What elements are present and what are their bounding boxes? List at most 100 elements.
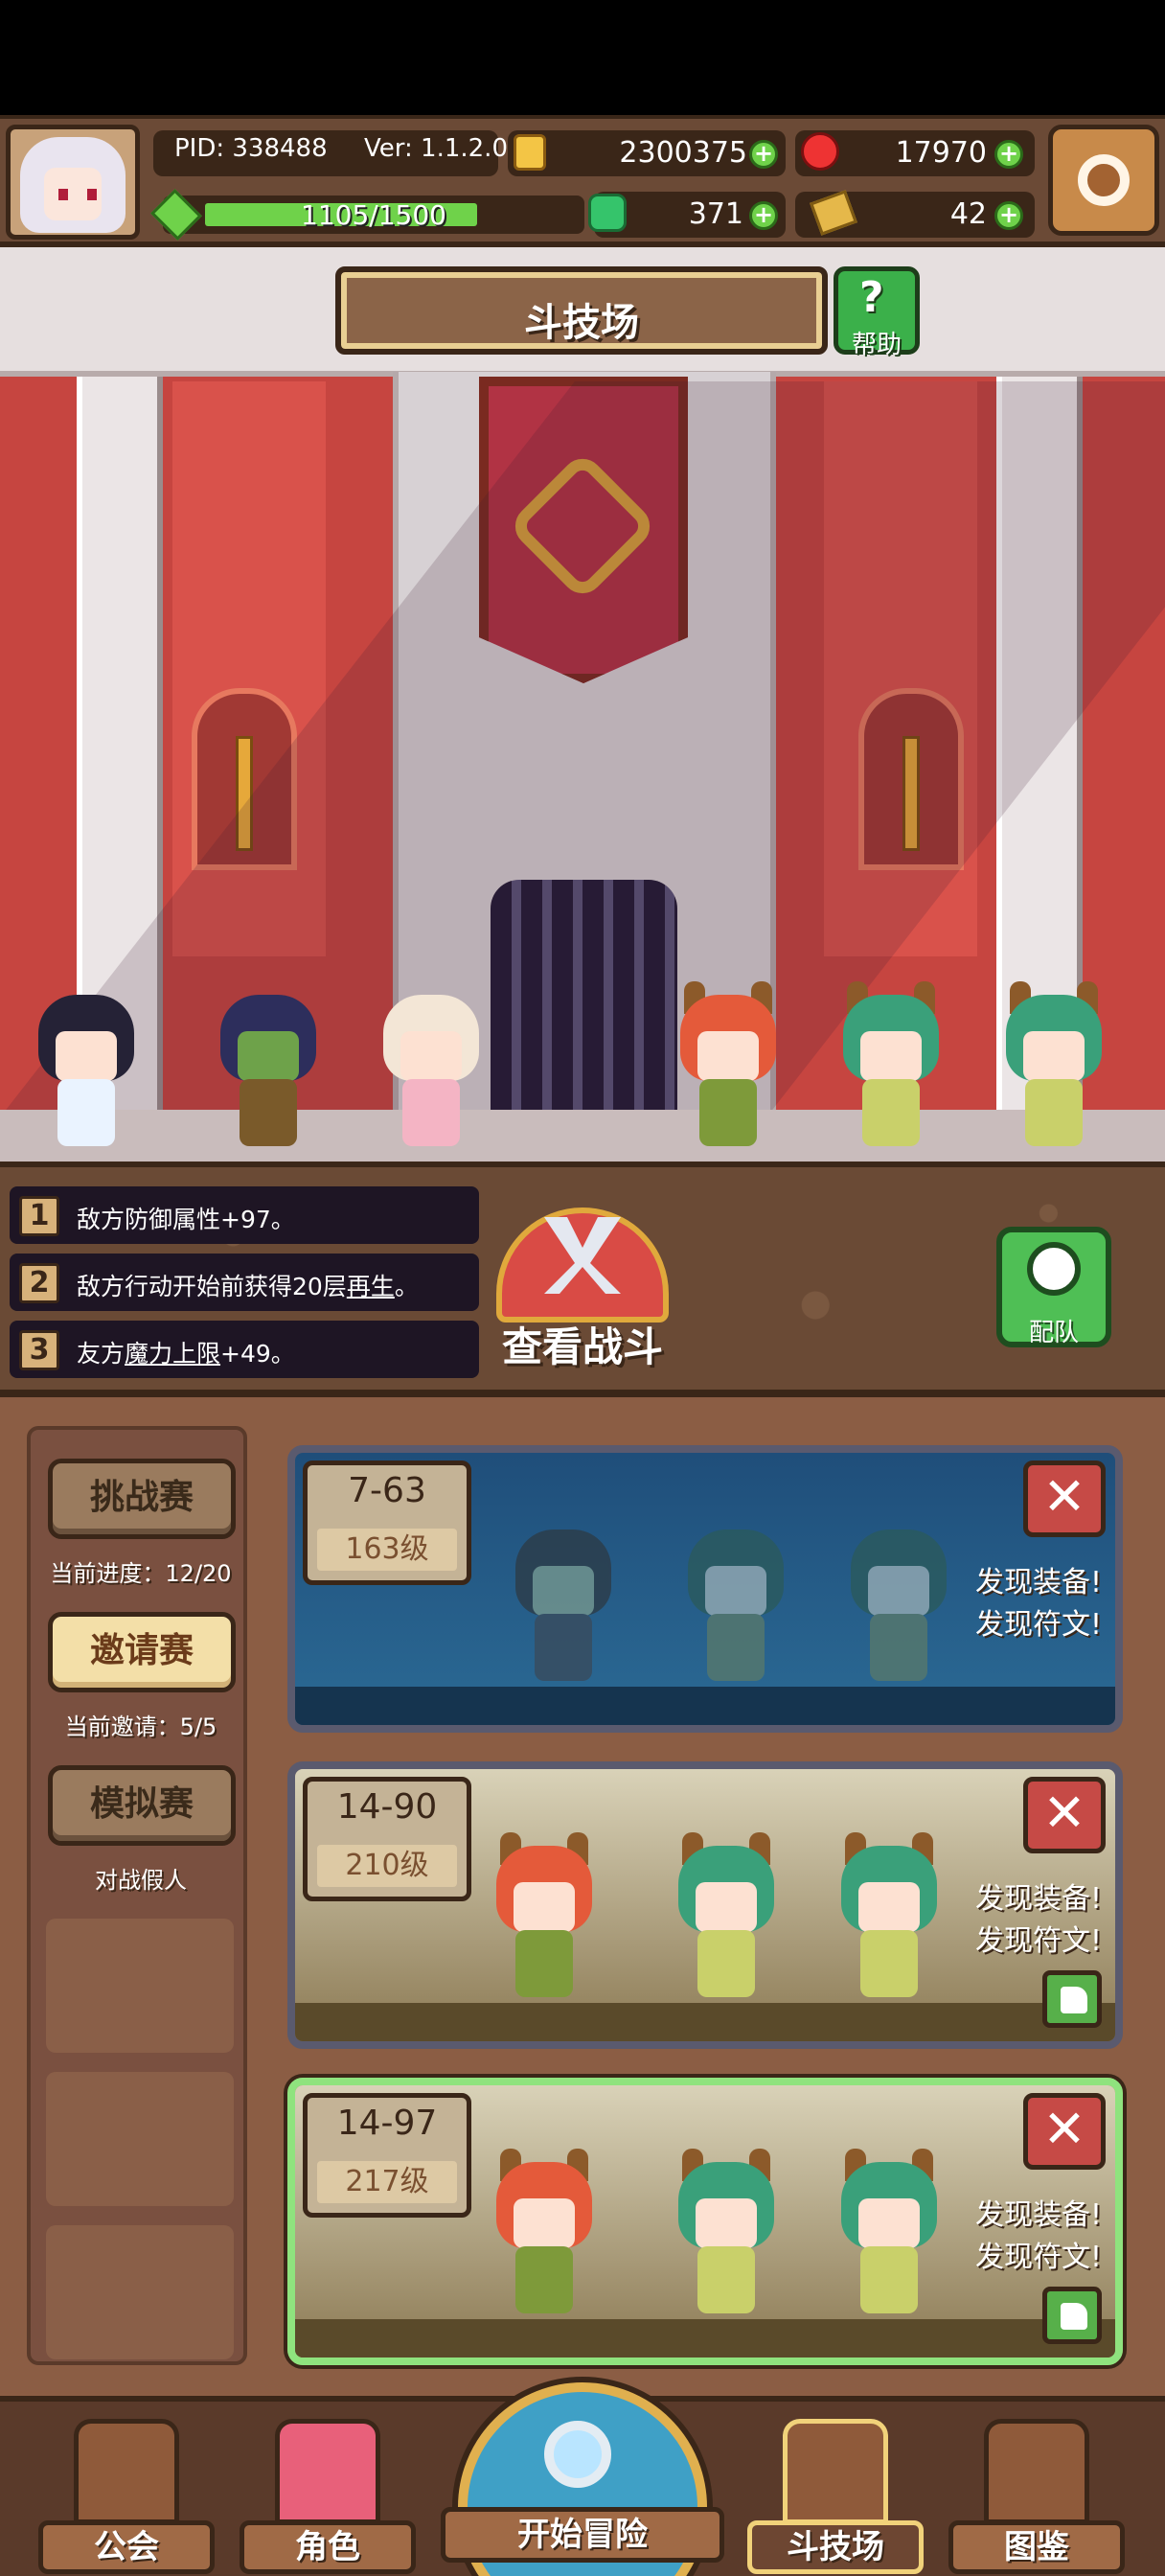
opponent-card-selected[interactable]: 14-97 217级 ✕ 发现装备! 发现符文! (287, 2078, 1123, 2365)
modifier-text: 友方魔力上限+49。 (77, 1340, 295, 1368)
max-mana-keyword-link[interactable]: 魔力上限 (125, 1340, 220, 1368)
modifier-row: 1 敌方防御属性+97。 (10, 1186, 479, 1244)
gold-coin-icon (514, 134, 546, 171)
top-status-bar: PID: 338488 Ver: 1.1.2.0 2300375 + 17970… (0, 115, 1165, 247)
stage-badge: 14-97 217级 (303, 2093, 471, 2218)
guild-house-icon (74, 2419, 179, 2524)
book-icon (984, 2419, 1089, 2524)
simulation-description: 对战假人 (95, 1867, 187, 1894)
team-icon (1027, 1242, 1081, 1296)
opponent-character (841, 1530, 956, 1692)
opponent-character (832, 1832, 947, 2009)
nav-arena[interactable]: 斗技场 (747, 2413, 924, 2574)
stamina-bar: 1105/1500 (150, 189, 584, 241)
gear-icon (1078, 154, 1130, 206)
watch-battle-button[interactable]: 查看战斗 (477, 1198, 688, 1390)
opponent-card[interactable]: 14-90 210级 ✕ 发现装备! 发现符文! (287, 1761, 1123, 2049)
ally-character (374, 995, 489, 1158)
nav-start-adventure[interactable]: 开始冒险 (441, 2382, 724, 2576)
opponent-level: 217级 (317, 2161, 457, 2203)
thumbs-up-button[interactable] (1042, 2287, 1102, 2344)
add-gold-icon[interactable]: + (749, 140, 778, 169)
stage-number: 14-90 (336, 1787, 438, 1827)
challenge-mode-button[interactable]: 挑战赛 (48, 1459, 236, 1539)
stage-number: 14-97 (336, 2104, 438, 2143)
invitation-mode-button[interactable]: 邀请赛 (48, 1612, 236, 1692)
opponent-card[interactable]: 7-63 163级 ✕ 发现装备! 发现符文! (287, 1445, 1123, 1733)
team-setup-button[interactable]: 配队 (996, 1227, 1111, 1347)
scroll-amount: 42 (949, 197, 987, 231)
opponent-character (669, 1832, 784, 2009)
opponent-level: 210级 (317, 1845, 457, 1887)
help-label: 帮助 (851, 331, 902, 359)
clover-amount: 371 (688, 197, 743, 231)
arena-scene (0, 247, 1165, 1167)
rune-found-label: 发现符文! (974, 1608, 1102, 1642)
modifier-row: 2 敌方行动开始前获得20层再生。 (10, 1254, 479, 1311)
settings-button[interactable] (1048, 125, 1159, 236)
ally-character (29, 995, 144, 1158)
dismiss-opponent-button[interactable]: ✕ (1023, 2093, 1106, 2170)
invitation-count: 当前邀请：5/5 (64, 1714, 217, 1740)
modifier-number: 2 (19, 1263, 59, 1303)
opponent-character (678, 1530, 793, 1692)
dismiss-opponent-button[interactable]: ✕ (1023, 1460, 1106, 1537)
player-info-panel: PID: 338488 Ver: 1.1.2.0 2300375 + 17970… (150, 125, 1035, 241)
opponent-level: 163级 (317, 1529, 457, 1571)
mode-sidebar: 挑战赛 当前进度：12/20 邀请赛 当前邀请：5/5 模拟赛 对战假人 (27, 1426, 247, 2365)
equipment-found-label: 发现装备! (974, 1882, 1102, 1916)
player-avatar[interactable] (6, 125, 140, 240)
page-title: 斗技场 (335, 266, 828, 355)
nav-adventure-label: 开始冒险 (441, 2507, 724, 2563)
modifier-text: 敌方防御属性+97。 (77, 1206, 295, 1233)
stamina-value: 1105/1500 (301, 199, 446, 231)
player-id: PID: 338488 (174, 134, 328, 163)
watch-battle-label: 查看战斗 (501, 1323, 663, 1370)
enemy-character (671, 981, 786, 1158)
add-scroll-icon[interactable]: + (994, 201, 1023, 230)
page-title-text: 斗技场 (524, 301, 639, 345)
rune-found-label: 发现符文! (974, 1924, 1102, 1958)
enemy-character (996, 981, 1111, 1158)
opponent-character (487, 2149, 602, 2325)
rune-found-label: 发现符文! (974, 2241, 1102, 2274)
question-icon: ? (859, 273, 884, 322)
nav-guild[interactable]: 公会 (38, 2413, 215, 2574)
opponent-character (487, 1832, 602, 2009)
nav-character[interactable]: 角色 (240, 2413, 416, 2574)
modifier-text: 敌方行动开始前获得20层再生。 (77, 1273, 419, 1300)
red-gem-icon (801, 132, 839, 171)
stage-badge: 7-63 163级 (303, 1460, 471, 1585)
team-setup-label: 配队 (1028, 1319, 1079, 1347)
crossed-swords-icon (783, 2419, 888, 2524)
version-label: Ver: 1.1.2.0 (364, 134, 508, 163)
clover-icon (588, 194, 627, 232)
stage-badge: 14-90 210级 (303, 1777, 471, 1901)
modifier-number: 3 (19, 1330, 59, 1370)
nav-character-label: 角色 (240, 2520, 416, 2574)
enemy-character (834, 981, 948, 1158)
add-clover-icon[interactable]: + (749, 201, 778, 230)
gold-amount: 2300375 (619, 136, 747, 170)
modifier-number: 1 (19, 1196, 59, 1236)
simulation-mode-button[interactable]: 模拟赛 (48, 1765, 236, 1846)
nav-arena-label: 斗技场 (747, 2520, 924, 2574)
regen-keyword-link[interactable]: 再生 (347, 1273, 395, 1300)
nav-codex[interactable]: 图鉴 (948, 2413, 1125, 2574)
nav-guild-label: 公会 (38, 2520, 215, 2574)
opponent-character (832, 2149, 947, 2325)
help-button[interactable]: ? 帮助 (834, 266, 920, 359)
magnifier-icon (544, 2421, 611, 2488)
add-gem-icon[interactable]: + (994, 140, 1023, 169)
thumbs-up-button[interactable] (1042, 1970, 1102, 2028)
equipment-found-label: 发现装备! (974, 2198, 1102, 2232)
opponent-character (506, 1530, 621, 1692)
equipment-found-label: 发现装备! (974, 1566, 1102, 1599)
thumbs-up-icon (1061, 1987, 1087, 2013)
dismiss-opponent-button[interactable]: ✕ (1023, 1777, 1106, 1853)
nav-codex-label: 图鉴 (948, 2520, 1125, 2574)
stage-number: 7-63 (348, 1471, 426, 1510)
character-face-icon (275, 2419, 380, 2524)
opponent-character (669, 2149, 784, 2325)
modifier-row: 3 友方魔力上限+49。 (10, 1321, 479, 1378)
